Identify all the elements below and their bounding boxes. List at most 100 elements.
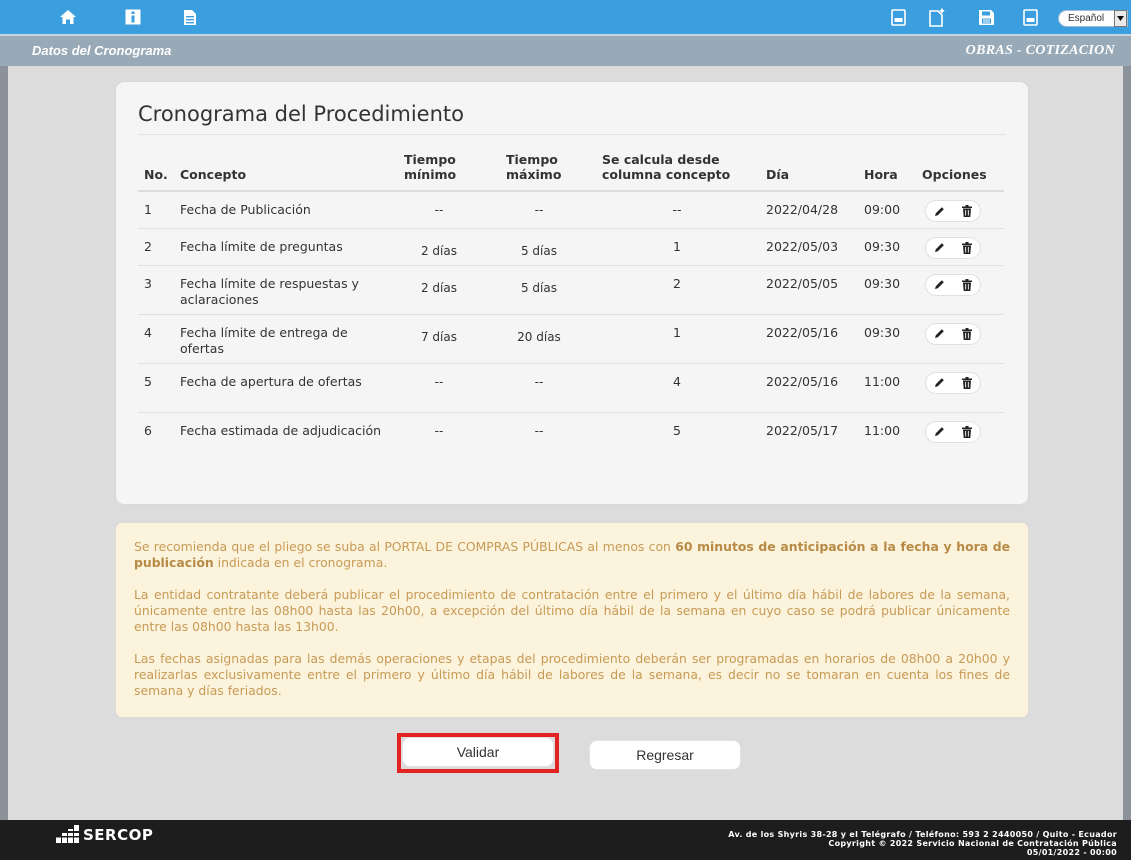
row-number: 2 xyxy=(144,238,152,254)
validar-highlight xyxy=(397,733,559,773)
title-divider xyxy=(138,134,1006,135)
edit-icon[interactable] xyxy=(926,324,953,344)
section-title: Datos del Cronograma xyxy=(32,43,172,58)
row-concepto: Fecha estimada de adjudicación xyxy=(180,422,382,438)
table-header: No. Concepto Tiempo mínimo Tiempo máximo… xyxy=(138,152,1004,191)
row-number: 4 xyxy=(144,324,152,340)
row-hora: 09:30 xyxy=(864,275,901,291)
save-icon[interactable] xyxy=(976,7,996,27)
top-toolbar: Español xyxy=(0,0,1131,34)
new-document-icon[interactable] xyxy=(927,7,947,27)
footer-copyright: Copyright © 2022 Servicio Nacional de Co… xyxy=(828,839,1117,848)
col-header-opciones: Opciones xyxy=(922,167,987,182)
schedule-table: No. Concepto Tiempo mínimo Tiempo máximo… xyxy=(138,152,1004,461)
notice-p1-end: indicada en el cronograma. xyxy=(213,555,388,570)
row-options xyxy=(922,412,1004,461)
row-calculo: -- xyxy=(672,202,682,217)
notice-paragraph-2: La entidad contratante deberá publicar e… xyxy=(134,587,1010,634)
row-concepto: Fecha límite de entrega de ofertas xyxy=(180,324,348,356)
col-header-tiempo-maximo: Tiempo máximo xyxy=(506,152,562,182)
row-dia: 2022/04/28 xyxy=(766,202,839,217)
row-tiempo-maximo: -- xyxy=(534,423,544,438)
row-tiempo-minimo: -- xyxy=(434,203,444,217)
table-row: 5 Fecha de apertura de ofertas -- -- 4 2… xyxy=(138,363,1004,412)
col-header-hora: Hora xyxy=(864,167,898,182)
col-header-no: No. xyxy=(144,167,168,182)
row-tiempo-minimo: 2 días xyxy=(420,243,457,258)
col-header-concepto: Concepto xyxy=(180,167,247,182)
row-options-group xyxy=(926,274,980,295)
row-options-group xyxy=(926,421,980,442)
row-options xyxy=(922,363,1004,412)
sercop-logo: SERCOP xyxy=(56,825,153,843)
row-tiempo-minimo: -- xyxy=(434,374,444,389)
frame-border-right xyxy=(1123,66,1131,820)
footer-info: Av. de los Shyris 38-28 y el Telégrafo /… xyxy=(728,830,1117,857)
table-row: 3 Fecha límite de respuestas y aclaracio… xyxy=(138,265,1004,314)
row-concepto: Fecha de apertura de ofertas xyxy=(180,373,362,389)
row-tiempo-minimo: -- xyxy=(434,423,444,438)
trash-icon[interactable] xyxy=(953,238,980,258)
row-calculo: 4 xyxy=(673,373,681,389)
language-select-value: Español xyxy=(1068,13,1105,24)
pdf-icon[interactable] xyxy=(888,7,908,27)
row-options-group xyxy=(926,237,980,258)
row-concepto: Fecha límite de respuestas y aclaracione… xyxy=(180,275,359,307)
regresar-button[interactable]: Regresar xyxy=(589,740,741,770)
trash-icon[interactable] xyxy=(953,201,980,221)
trash-icon[interactable] xyxy=(953,275,980,295)
trash-icon[interactable] xyxy=(953,422,980,442)
section-titlebar: Datos del Cronograma OBRAS - COTIZACION xyxy=(0,34,1131,66)
edit-icon[interactable] xyxy=(926,422,953,442)
language-select[interactable]: Español xyxy=(1058,10,1128,27)
edit-icon[interactable] xyxy=(926,201,953,221)
footer-date: 05/01/2022 - 00:00 xyxy=(1026,848,1117,857)
row-options xyxy=(922,265,1004,314)
row-hora: 09:30 xyxy=(864,324,901,340)
row-tiempo-minimo: 2 días xyxy=(420,280,457,295)
edit-icon[interactable] xyxy=(926,373,953,393)
row-tiempo-minimo: 7 días xyxy=(420,329,457,344)
row-tiempo-maximo: 20 días xyxy=(517,329,561,344)
trash-icon[interactable] xyxy=(953,324,980,344)
notice-paragraph-1: Se recomienda que el pliego se suba al P… xyxy=(134,539,1010,571)
col-header-calculo: Se calcula desde columna concepto xyxy=(602,152,731,182)
home-icon[interactable] xyxy=(58,7,78,27)
row-options-group xyxy=(926,372,980,393)
row-dia: 2022/05/03 xyxy=(766,238,839,254)
row-hora: 09:30 xyxy=(864,238,901,254)
row-calculo: 5 xyxy=(673,422,681,438)
pdf-icon[interactable] xyxy=(1020,7,1040,27)
edit-icon[interactable] xyxy=(926,275,953,295)
chevron-down-icon[interactable] xyxy=(1114,10,1127,27)
sercop-logo-icon xyxy=(56,825,80,843)
col-header-dia: Día xyxy=(766,167,790,182)
footer-address: Av. de los Shyris 38-28 y el Telégrafo /… xyxy=(728,830,1117,839)
row-concepto: Fecha límite de preguntas xyxy=(180,238,343,254)
row-calculo: 1 xyxy=(673,324,681,340)
row-options-group xyxy=(926,201,980,221)
row-concepto: Fecha de Publicación xyxy=(180,202,311,217)
row-hora: 11:00 xyxy=(864,422,901,438)
edit-icon[interactable] xyxy=(926,238,953,258)
row-calculo: 1 xyxy=(673,238,681,254)
row-options xyxy=(922,314,1004,363)
footer: SERCOP Av. de los Shyris 38-28 y el Telé… xyxy=(0,820,1131,860)
row-number: 3 xyxy=(144,275,152,291)
row-tiempo-maximo: 5 días xyxy=(520,243,557,258)
notice-p1-start: Se recomienda que el pliego se suba al P… xyxy=(134,539,676,554)
row-number: 6 xyxy=(144,422,152,438)
document-icon[interactable] xyxy=(180,7,200,27)
row-tiempo-maximo: -- xyxy=(534,203,544,217)
schedule-card: Cronograma del Procedimiento No. Concept… xyxy=(116,82,1028,504)
info-icon[interactable] xyxy=(123,7,143,27)
row-options xyxy=(922,191,1004,228)
row-tiempo-maximo: 5 días xyxy=(520,280,557,295)
row-dia: 2022/05/17 xyxy=(766,422,839,438)
schedule-notice: Se recomienda que el pliego se suba al P… xyxy=(116,523,1028,717)
col-header-tiempo-minimo: Tiempo mínimo xyxy=(404,152,457,182)
row-dia: 2022/05/16 xyxy=(766,324,839,340)
trash-icon[interactable] xyxy=(953,373,980,393)
row-number: 5 xyxy=(144,373,152,389)
row-tiempo-maximo: -- xyxy=(534,374,544,389)
